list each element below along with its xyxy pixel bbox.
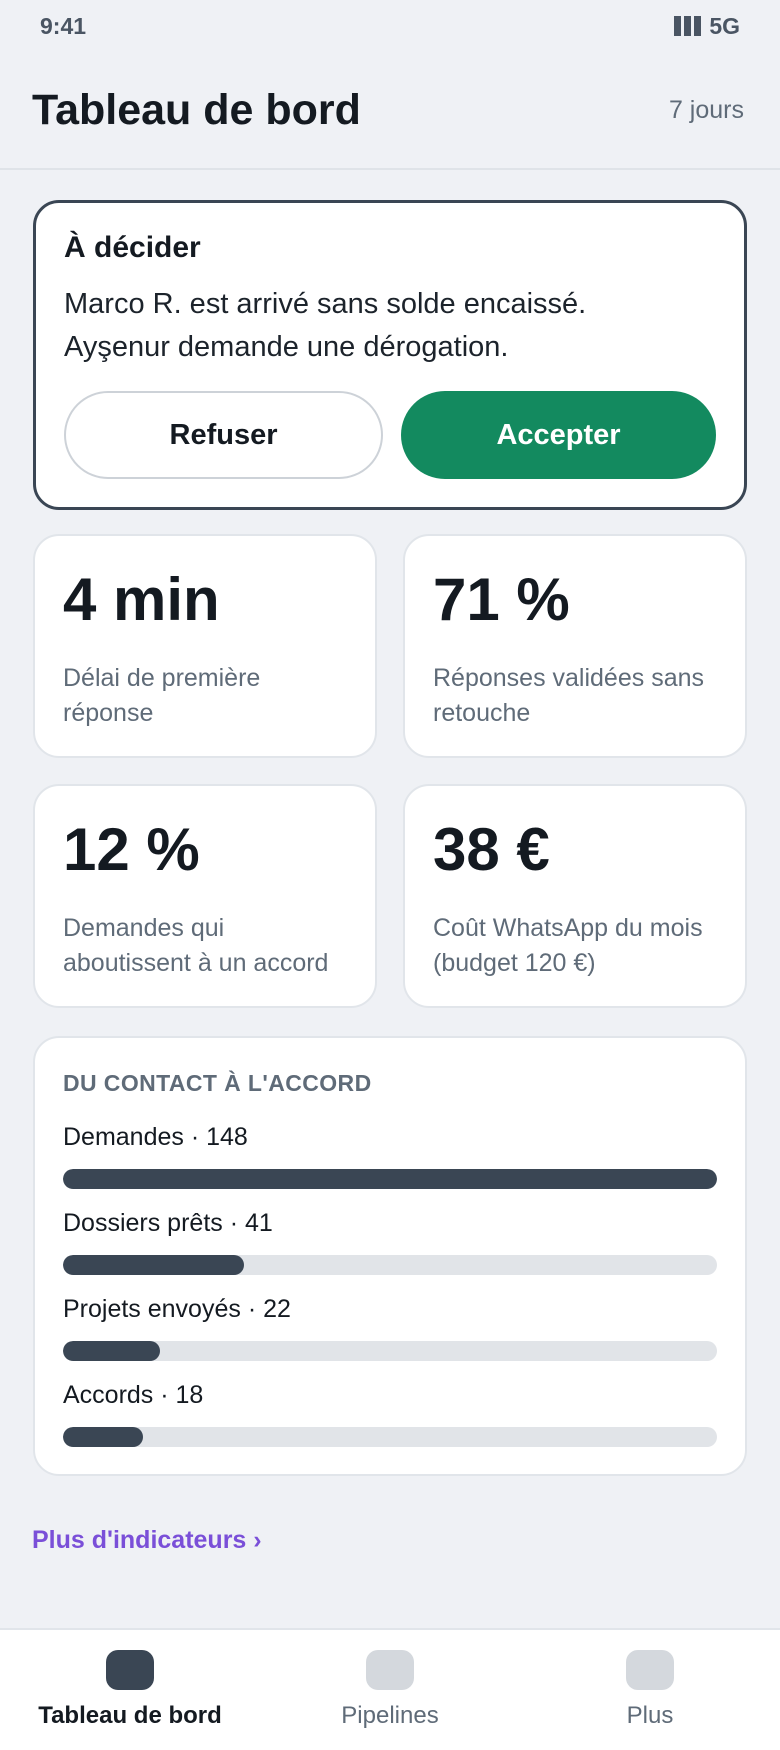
decision-card: À décider Marco R. est arrivé sans solde…: [33, 200, 747, 510]
decision-line-2: Ayşenur demande une dérogation.: [64, 331, 509, 363]
funnel-step: Accords · 18: [63, 1377, 717, 1447]
kpi-label: Demandes qui aboutissent à un accord: [63, 914, 329, 977]
funnel-fill: [63, 1341, 161, 1361]
bottom-nav: Tableau de bord Pipelines Plus: [0, 1628, 780, 1750]
refuse-button[interactable]: Refuser: [64, 391, 383, 479]
nav-label: Tableau de bord: [38, 1702, 222, 1729]
funnel-step-label: Dossiers prêts · 41: [63, 1209, 273, 1237]
nav-label: Pipelines: [341, 1702, 439, 1729]
decision-actions: Refuser Accepter: [64, 391, 716, 479]
kpi-label: Coût WhatsApp du mois (budget 120 €): [433, 914, 703, 977]
signal-bars-icon: [674, 16, 702, 36]
decision-title: À décider: [64, 231, 201, 264]
pipelines-icon: [366, 1650, 414, 1690]
kpi-label: Réponses validées sans retouche: [433, 664, 704, 727]
funnel-track: [63, 1255, 717, 1275]
funnel-track: [63, 1427, 717, 1447]
funnel-track: [63, 1341, 717, 1361]
status-right: 5G: [674, 13, 740, 40]
funnel-card: DU CONTACT À L'ACCORD Demandes · 148 Dos…: [33, 1036, 747, 1476]
funnel-fill: [63, 1427, 143, 1447]
kpi-grid: 4 min Délai de première réponse 71 % Rép…: [33, 534, 747, 1008]
kpi-card-whatsapp-cost: 38 € Coût WhatsApp du mois (budget 120 €…: [403, 784, 747, 1008]
more-indicators-link[interactable]: Plus d'indicateurs ›: [32, 1526, 262, 1555]
funnel-fill: [63, 1169, 717, 1189]
nav-item-dashboard[interactable]: Tableau de bord: [0, 1630, 260, 1750]
funnel-track: [63, 1169, 717, 1189]
decision-line-1: Marco R. est arrivé sans solde encaissé.: [64, 288, 587, 320]
page-header: Tableau de bord 7 jours: [0, 52, 780, 170]
page-title: Tableau de bord: [32, 85, 361, 134]
kpi-value: 12 %: [63, 816, 200, 883]
kpi-card-validated-responses: 71 % Réponses validées sans retouche: [403, 534, 747, 758]
status-bar: 9:41 5G: [0, 0, 780, 52]
funnel-fill: [63, 1255, 245, 1275]
kpi-card-conversion: 12 % Demandes qui aboutissent à un accor…: [33, 784, 377, 1008]
kpi-card-first-response: 4 min Délai de première réponse: [33, 534, 377, 758]
funnel-step-label: Projets envoyés · 22: [63, 1295, 291, 1323]
funnel-step-label: Demandes · 148: [63, 1123, 248, 1151]
network-label: 5G: [709, 12, 740, 39]
funnel-step: Dossiers prêts · 41: [63, 1205, 717, 1275]
nav-item-pipelines[interactable]: Pipelines: [260, 1630, 520, 1750]
funnel-step: Projets envoyés · 22: [63, 1291, 717, 1361]
more-icon: [626, 1650, 674, 1690]
funnel-title: DU CONTACT À L'ACCORD: [63, 1070, 372, 1096]
kpi-value: 38 €: [433, 816, 550, 883]
period-selector[interactable]: 7 jours: [669, 96, 744, 125]
nav-item-more[interactable]: Plus: [520, 1630, 780, 1750]
kpi-value: 71 %: [433, 566, 570, 633]
kpi-label: Délai de première réponse: [63, 664, 261, 727]
accept-button[interactable]: Accepter: [401, 391, 716, 479]
funnel-step-label: Accords · 18: [63, 1381, 204, 1409]
status-time: 9:41: [40, 12, 87, 39]
kpi-value: 4 min: [63, 566, 220, 633]
dashboard-icon: [106, 1650, 154, 1690]
funnel-step: Demandes · 148: [63, 1119, 717, 1189]
nav-label: Plus: [626, 1702, 674, 1729]
